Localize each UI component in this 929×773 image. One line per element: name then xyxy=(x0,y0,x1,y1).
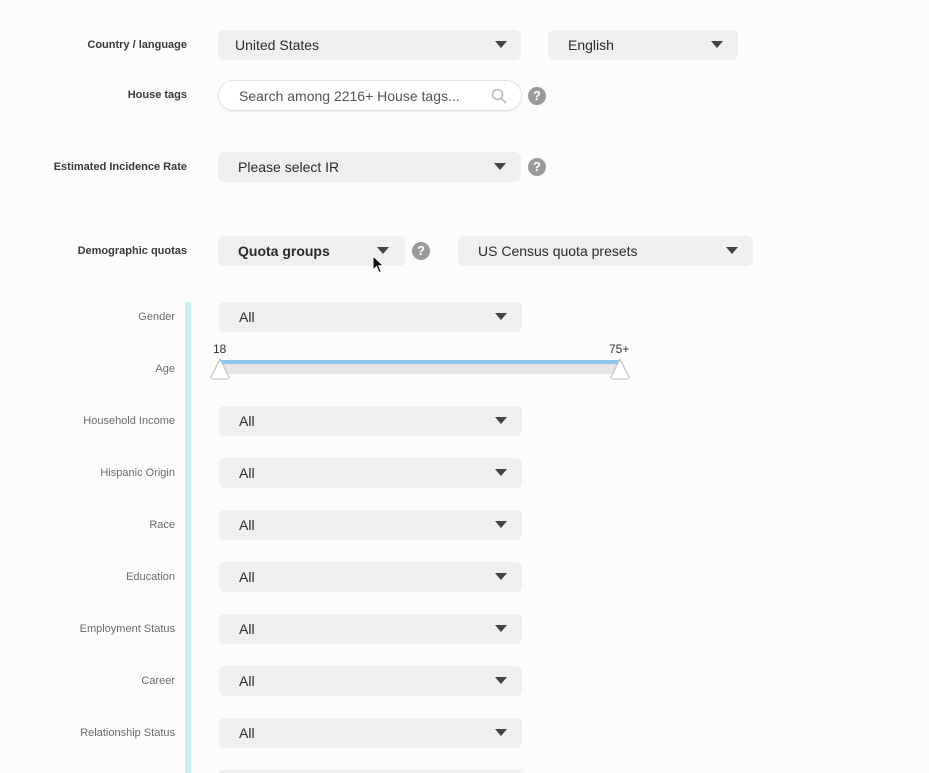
race-dropdown[interactable]: All xyxy=(219,510,522,540)
gender-label: Gender xyxy=(138,311,175,323)
hispanic-origin-dropdown[interactable]: All xyxy=(219,458,522,488)
relationship-status-dropdown[interactable]: All xyxy=(219,718,522,748)
employment-status-value: All xyxy=(239,621,255,637)
age-min-value: 18 xyxy=(213,342,227,356)
employment-status-label: Employment Status xyxy=(79,623,175,635)
incidence-rate-help-icon[interactable]: ? xyxy=(528,158,546,176)
incidence-rate-label: Estimated Incidence Rate xyxy=(53,161,187,173)
mouse-cursor-icon xyxy=(372,255,385,274)
hispanic-origin-value: All xyxy=(239,465,255,481)
chevron-down-icon xyxy=(495,313,507,320)
age-label: Age xyxy=(155,363,175,375)
gender-value: All xyxy=(239,309,255,325)
chevron-down-icon xyxy=(726,247,738,254)
chevron-down-icon xyxy=(377,247,389,254)
house-tags-help-icon[interactable]: ? xyxy=(528,87,546,105)
relationship-status-label: Relationship Status xyxy=(80,727,175,739)
age-min-handle[interactable] xyxy=(210,358,230,380)
language-value: English xyxy=(568,37,614,53)
chevron-down-icon xyxy=(494,163,506,170)
house-tags-label: House tags xyxy=(127,89,187,101)
career-value: All xyxy=(239,673,255,689)
race-label: Race xyxy=(149,519,175,531)
census-presets-dropdown[interactable]: US Census quota presets xyxy=(458,236,753,266)
chevron-down-icon xyxy=(495,41,507,48)
country-language-label: Country / language xyxy=(87,39,187,51)
language-dropdown[interactable]: English xyxy=(548,30,738,60)
career-label: Career xyxy=(141,675,175,687)
gender-dropdown[interactable]: All xyxy=(219,302,522,332)
chevron-down-icon xyxy=(495,729,507,736)
quota-groups-value: Quota groups xyxy=(238,243,330,259)
incidence-rate-dropdown[interactable]: Please select IR xyxy=(218,152,521,182)
country-dropdown[interactable]: United States xyxy=(218,30,521,60)
employment-status-dropdown[interactable]: All xyxy=(219,614,522,644)
education-label: Education xyxy=(126,571,175,583)
race-value: All xyxy=(239,517,255,533)
chevron-down-icon xyxy=(495,417,507,424)
incidence-rate-value: Please select IR xyxy=(238,159,340,175)
age-max-value: 75+ xyxy=(609,342,630,356)
chevron-down-icon xyxy=(495,521,507,528)
demographic-quotas-help-icon[interactable]: ? xyxy=(412,242,430,260)
demographic-quotas-label: Demographic quotas xyxy=(77,245,187,257)
chevron-down-icon xyxy=(711,41,723,48)
age-max-handle[interactable] xyxy=(610,358,630,380)
education-value: All xyxy=(239,569,255,585)
census-presets-value: US Census quota presets xyxy=(478,243,638,259)
quota-group-indicator xyxy=(185,302,191,773)
age-slider-fill xyxy=(220,360,620,364)
household-income-value: All xyxy=(239,413,255,429)
age-slider-track[interactable] xyxy=(220,360,620,374)
country-value: United States xyxy=(235,37,320,53)
relationship-status-value: All xyxy=(239,725,255,741)
hispanic-origin-label: Hispanic Origin xyxy=(100,467,175,479)
education-dropdown[interactable]: All xyxy=(219,562,522,592)
chevron-down-icon xyxy=(495,573,507,580)
house-tags-search-input[interactable] xyxy=(237,86,481,105)
chevron-down-icon xyxy=(495,677,507,684)
household-income-dropdown[interactable]: All xyxy=(219,406,522,436)
search-icon xyxy=(491,88,507,104)
chevron-down-icon xyxy=(495,625,507,632)
career-dropdown[interactable]: All xyxy=(219,666,522,696)
household-income-label: Household Income xyxy=(83,415,175,427)
chevron-down-icon xyxy=(495,469,507,476)
house-tags-search xyxy=(218,80,522,111)
